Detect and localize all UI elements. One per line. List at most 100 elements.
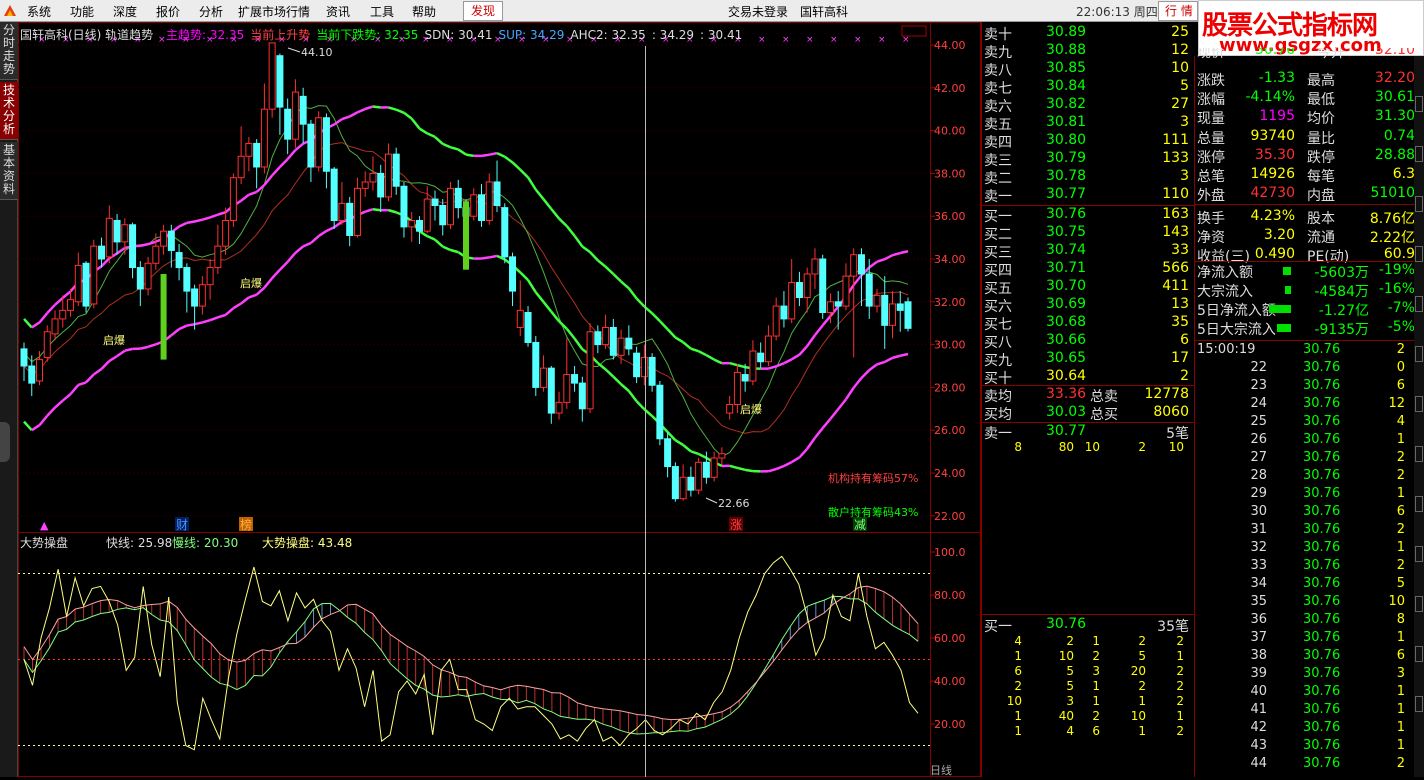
scroll-button-9[interactable] (1415, 496, 1423, 512)
ask-price: 30.84 (1046, 78, 1086, 94)
ask-row[interactable]: 卖七30.845 (982, 78, 1195, 96)
queue-cell: 10 (1085, 440, 1100, 454)
tick-scrollbar[interactable] (1414, 56, 1424, 777)
queue-cell: 3 (1066, 694, 1074, 708)
queue-label: 买一 (984, 616, 1012, 636)
bid-row[interactable]: 买四30.71566 (982, 260, 1195, 278)
event-marker[interactable]: 榜 (240, 517, 252, 532)
candle-body (649, 357, 655, 385)
tab-technical-analysis[interactable]: 技术分析 (0, 82, 18, 140)
menu-function[interactable]: 功能 (70, 3, 94, 20)
scroll-button-4[interactable] (1415, 246, 1423, 262)
scroll-button-5[interactable] (1415, 296, 1423, 312)
scroll-button-1[interactable] (1415, 96, 1423, 112)
tab-fundamentals[interactable]: 基本资料 (0, 142, 18, 200)
lower-band-segment (288, 253, 296, 262)
stat-label: 每笔 (1307, 166, 1335, 186)
upper-band-segment (559, 219, 567, 227)
ask-row[interactable]: 卖一30.77110 (982, 186, 1195, 204)
lower-band-segment (799, 449, 807, 458)
ask-row[interactable]: 卖十30.8925 (982, 24, 1195, 42)
ask-volume: 111 (1162, 132, 1189, 148)
scroll-button-10[interactable] (1415, 546, 1423, 562)
tick-time: 44 (1250, 756, 1267, 771)
candle-body (874, 295, 880, 306)
scroll-button-8[interactable] (1415, 446, 1423, 462)
stat-label: 流通 (1307, 227, 1335, 247)
tick-time: 41 (1250, 702, 1267, 717)
scroll-button-7[interactable] (1415, 396, 1423, 412)
signal-cross-marker: × (758, 35, 766, 45)
kline-chart[interactable]: 44.0042.0040.0038.0036.0034.0032.0030.00… (18, 22, 981, 777)
candle-body (161, 231, 167, 246)
scroll-button-6[interactable] (1415, 346, 1423, 362)
ask-row[interactable]: 卖九30.8812 (982, 42, 1195, 60)
tick-time: 40 (1250, 684, 1267, 699)
ask-row[interactable]: 卖八30.8510 (982, 60, 1195, 78)
ask-row[interactable]: 卖六30.8227 (982, 96, 1195, 114)
candle-body (354, 188, 360, 235)
upper-band-segment (621, 282, 629, 289)
login-status[interactable]: 交易未登录 (728, 3, 788, 20)
ask-row[interactable]: 卖四30.80111 (982, 132, 1195, 150)
menu-quote[interactable]: 报价 (156, 3, 180, 20)
stat-value: 14926 (1250, 166, 1295, 182)
menu-extended-market[interactable]: 扩展市场行情 (238, 3, 310, 20)
ask-row[interactable]: 卖二30.783 (982, 168, 1195, 186)
stat-label: 外盘 (1197, 185, 1225, 205)
bid-price: 30.74 (1046, 242, 1086, 258)
candle-body (843, 276, 849, 306)
menu-depth[interactable]: 深度 (113, 3, 137, 20)
scroll-button-3[interactable] (1415, 196, 1423, 212)
stat-divider (1195, 340, 1417, 341)
lower-band-segment (699, 454, 707, 458)
queue-cell: 5 (1138, 649, 1146, 663)
upper-band-segment (218, 212, 226, 214)
tab-intraday[interactable]: 分时走势 (0, 22, 18, 80)
chart-area[interactable]: 44.0042.0040.0038.0036.0034.0032.0030.00… (18, 22, 981, 777)
candle-body (316, 118, 322, 167)
bid-row[interactable]: 买七30.6835 (982, 314, 1195, 332)
bid-row[interactable]: 买三30.7433 (982, 242, 1195, 260)
bid-row[interactable]: 买二30.75143 (982, 224, 1195, 242)
lower-band-segment (450, 250, 458, 252)
tick-row: 3030.766 (1195, 504, 1417, 522)
candle-body (347, 203, 353, 235)
menu-system[interactable]: 系统 (27, 3, 51, 20)
tick-row: 4430.762 (1195, 756, 1417, 774)
scroll-button-12[interactable] (1415, 646, 1423, 662)
tick-price: 30.76 (1303, 486, 1340, 501)
menu-tools[interactable]: 工具 (370, 3, 394, 20)
tick-price: 30.76 (1303, 702, 1340, 717)
bid-row[interactable]: 买一30.76163 (982, 206, 1195, 224)
bid-row[interactable]: 买九30.6517 (982, 350, 1195, 368)
menu-analysis[interactable]: 分析 (199, 3, 223, 20)
bid-price: 30.71 (1046, 260, 1086, 276)
menu-help[interactable]: 帮助 (412, 3, 436, 20)
bid-row[interactable]: 买八30.666 (982, 332, 1195, 350)
tick-price: 30.76 (1303, 378, 1340, 393)
panel-toggle-handle[interactable] (0, 422, 10, 462)
event-marker[interactable]: 减 (854, 518, 866, 532)
queue-cell: 20 (1131, 664, 1146, 678)
discover-button[interactable]: 发现 (463, 1, 503, 21)
scroll-button-11[interactable] (1415, 596, 1423, 612)
candle-body (52, 319, 58, 334)
bid-row[interactable]: 买五30.70411 (982, 278, 1195, 296)
ask-row[interactable]: 卖三30.79133 (982, 150, 1195, 168)
scroll-button-2[interactable] (1415, 146, 1423, 162)
stat-row: 外盘42730内盘51010 (1195, 185, 1417, 204)
ask-row[interactable]: 卖五30.813 (982, 114, 1195, 132)
event-marker[interactable]: 涨 (730, 517, 742, 532)
lower-band-segment (94, 369, 102, 374)
bid-row[interactable]: 买十30.642 (982, 368, 1195, 386)
scroll-button-13[interactable] (1415, 696, 1423, 712)
quote-button[interactable]: 行 情 (1158, 1, 1198, 21)
y-tick-label: 22.00 (934, 510, 966, 523)
candle-body (207, 268, 213, 285)
menu-info[interactable]: 资讯 (326, 3, 350, 20)
stat-label: 总笔 (1197, 166, 1225, 186)
bid-row[interactable]: 买六30.6913 (982, 296, 1195, 314)
bid-volume: 6 (1180, 332, 1189, 348)
event-marker[interactable]: 财 (176, 518, 188, 532)
